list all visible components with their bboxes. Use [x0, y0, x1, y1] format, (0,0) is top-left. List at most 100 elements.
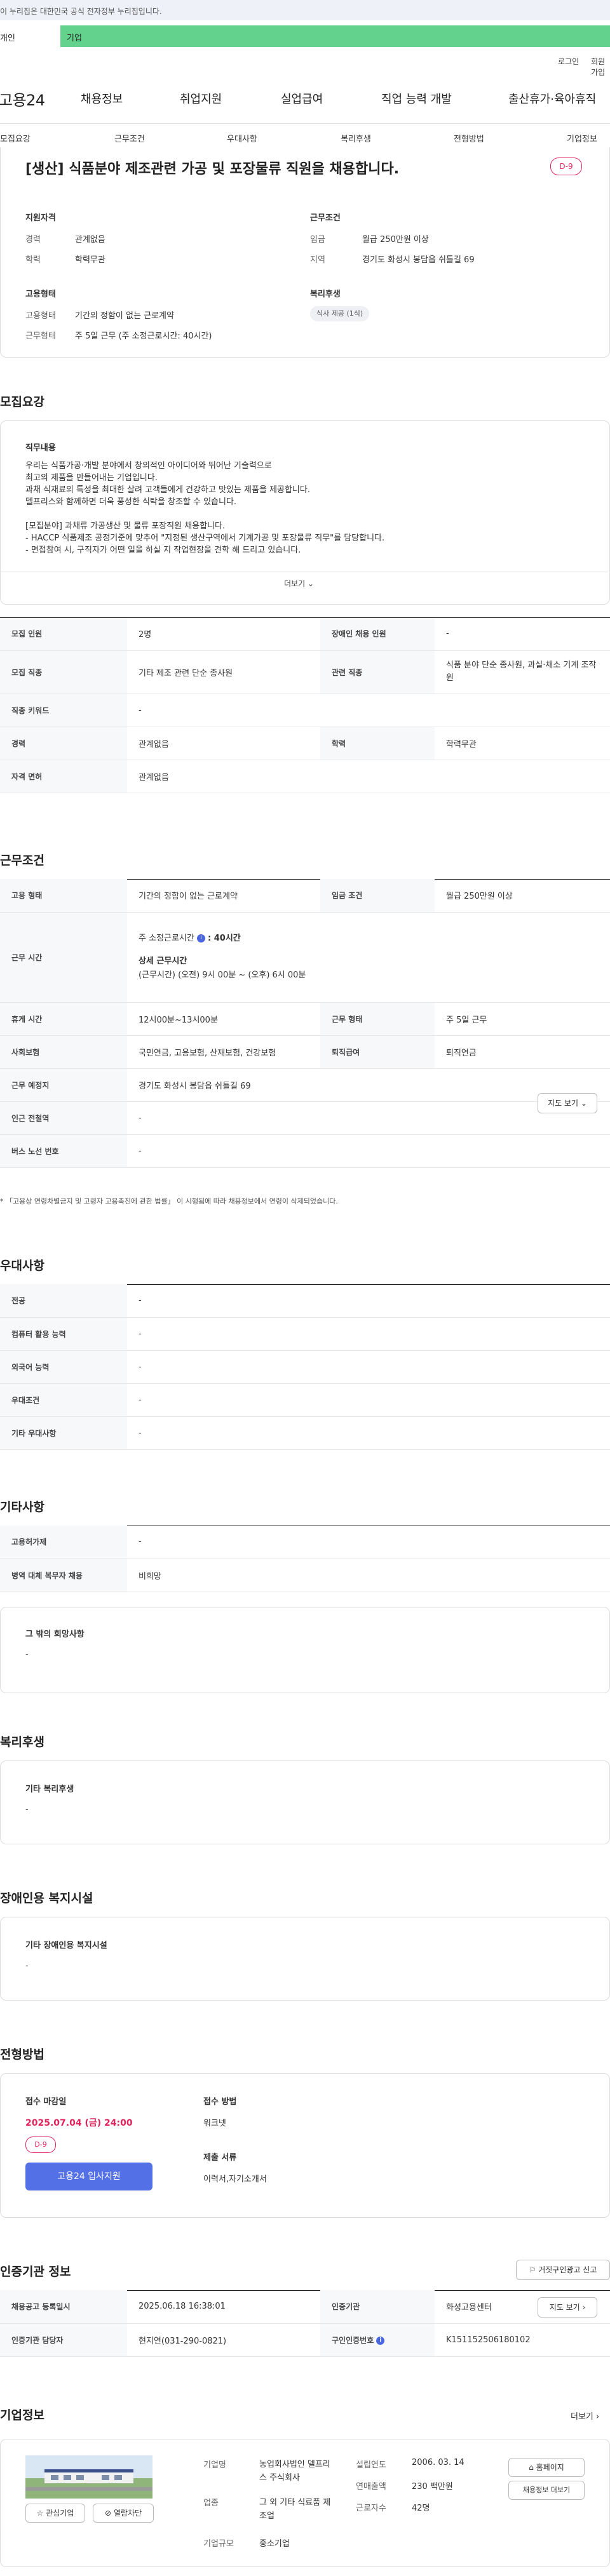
gnb-unemployment-benefit[interactable]: 실업급여 [281, 90, 323, 107]
detail-hours-title: 상세 근무시간 [139, 956, 187, 966]
row-label: 채용공고 등록일시 [0, 2290, 127, 2324]
row-value: 관계없음 [127, 727, 320, 760]
lnb-selection[interactable]: 전형방법 [454, 132, 484, 144]
chevron-right-icon: › [596, 2412, 600, 2422]
row-value: 기타 제조 관련 단순 종사원 [127, 650, 320, 694]
duty-line: - 면접참여 시, 구직자가 어떤 일을 하실 지 작업현장을 견학 해 드리고… [25, 546, 301, 555]
row-label: 모집 직종 [0, 650, 127, 694]
row-value: 2025.06.18 16:38:01 [127, 2290, 320, 2324]
row-label: 고용허가제 [0, 1526, 127, 1559]
row-value: 주 5일 근무 [435, 1002, 610, 1036]
row-label: 컴퓨터 활용 능력 [0, 1317, 127, 1351]
etc-section-title: 기타사항 [0, 1500, 44, 1514]
duty-line: 델프리스와 함께하면 더욱 풍성한 식탁을 창조할 수 있습니다. [25, 497, 237, 507]
agency-map-button[interactable]: 지도 보기 › [538, 2297, 597, 2318]
cert-no-label: 구인인증번호 [332, 2335, 374, 2345]
table-row: 휴게 시간 12시00분~13시00분 근무 형태 주 5일 근무 [0, 1002, 610, 1036]
tab-personal[interactable]: 개인 [0, 25, 60, 47]
row-label: 전공 [0, 1284, 127, 1318]
benefit-section-title: 복리후생 [0, 1735, 44, 1749]
weekly-hours-label: 주 소정근로시간 [139, 934, 194, 943]
wage-value: 월급 250만원 이상 [362, 235, 429, 245]
row-value: 식품 분야 단순 종사원, 과실·채소 기계 조작원 [435, 650, 610, 694]
map-button-label: 지도 보기 [548, 1099, 579, 1108]
gnb-jobs[interactable]: 채용정보 [81, 90, 123, 107]
info-icon[interactable]: i [196, 934, 205, 943]
disab-value: - [25, 1961, 29, 1971]
signup-link[interactable]: 회원가입 [591, 56, 610, 77]
weekly-hours: 주 소정근로시간 i : 40시간 [139, 932, 610, 946]
pref-section-title: 우대사항 [0, 1259, 44, 1273]
row-value: - [127, 1526, 610, 1559]
table-row: 병역 대체 복무자 채용 비희망 [0, 1559, 610, 1592]
tab-business[interactable]: 기업 [60, 25, 610, 47]
table-row: 근무 시간 주 소정근로시간 i : 40시간 상세 근무시간 (근무시간) (오… [0, 912, 610, 1003]
sales-label: 연매출액 [356, 2482, 386, 2492]
table-row: 모집 직종 기타 제조 관련 단순 종사원 관련 직종 식품 분야 단순 종사원… [0, 650, 610, 694]
docs-heading: 제출 서류 [203, 2153, 237, 2163]
welfare-heading: 복리후생 [310, 290, 341, 299]
row-label: 모집 인원 [0, 617, 127, 651]
industry-value: 그 외 기타 식료품 제조업 [259, 2498, 331, 2521]
homepage-label: 홈페이지 [536, 2463, 564, 2472]
row-value: - [127, 1350, 610, 1384]
etc-table: 고용허가제 - 병역 대체 복무자 채용 비희망 [0, 1526, 610, 1592]
building-image [25, 2455, 152, 2499]
info-icon[interactable]: i [376, 2336, 385, 2345]
duty-line: 과채 식재료의 특성을 최대한 살려 고객들에게 건강하고 맛있는 제품을 제공… [25, 485, 310, 495]
row-label: 근무 형태 [320, 1002, 435, 1036]
gnb-vocational-training[interactable]: 직업 능력 개발 [381, 90, 452, 107]
duty-line: 우리는 식품가공·개발 분야에서 창의적인 아이디어와 뛰어난 기술력으로 [25, 461, 272, 471]
row-value: - [127, 1134, 610, 1168]
block-view-button[interactable]: ⊘ 열람차단 [93, 2504, 154, 2523]
gnb-employment-support[interactable]: 취업지원 [180, 90, 222, 107]
welfare-chip: 식사 제공 (1식) [310, 306, 370, 321]
company-photo [25, 2455, 152, 2499]
gnb-parental-leave[interactable]: 출산휴가·육아휴직 [508, 90, 596, 107]
duty-line: [모집분야] 과채류 가공생산 및 물류 포장직원 채용합니다. [25, 521, 226, 531]
block-icon: ⊘ [104, 2509, 112, 2518]
weekly-hours-value: : 40시간 [208, 934, 241, 943]
wish-value: - [25, 1650, 29, 1660]
company-more-link[interactable]: 더보기 › [571, 2410, 599, 2422]
row-label: 장애인 채용 인원 [320, 617, 435, 651]
report-button[interactable]: ⚐ 거짓구인광고 신고 [516, 2260, 610, 2280]
region-value: 경기도 화성시 봉담읍 쉬틀길 69 [362, 255, 475, 265]
row-label: 근무 예정지 [0, 1068, 127, 1102]
row-label: 고용 형태 [0, 879, 127, 913]
recruit-section-title: 모집요강 [0, 395, 44, 409]
employment-type-heading: 고용형태 [25, 290, 56, 299]
pref-table: 전공 - 컴퓨터 활용 능력 - 외국어 능력 - 우대조건 - 기타 우대사항 - [0, 1284, 610, 1450]
lnb-recruit[interactable]: 모집요강 [0, 132, 30, 144]
lnb-benefits[interactable]: 복리후생 [341, 132, 371, 144]
table-row: 근무 예정지 경기도 화성시 봉담읍 쉬틀길 69 [0, 1068, 610, 1102]
company-jobs-button[interactable]: 채용정보 더보기 [508, 2481, 585, 2500]
table-row: 고용허가제 - [0, 1526, 610, 1559]
qualification-heading: 지원자격 [25, 213, 56, 223]
lnb-work-conditions[interactable]: 근무조건 [114, 132, 145, 144]
founded-label: 설립연도 [356, 2460, 386, 2470]
region-label: 지역 [310, 255, 325, 265]
lnb-preferences[interactable]: 우대사항 [227, 132, 257, 144]
row-label: 구인인증번호 i [320, 2323, 435, 2357]
site-logo[interactable]: 고용24 [0, 88, 45, 110]
lnb-company[interactable]: 기업정보 [567, 132, 597, 144]
apply-button[interactable]: 고용24 입사지원 [25, 2163, 152, 2190]
career-value: 관계없음 [75, 235, 105, 245]
row-label: 병역 대체 복무자 채용 [0, 1559, 127, 1592]
agency-section-title: 인증기관 정보 [0, 2265, 71, 2279]
deadline-heading: 접수 마감일 [25, 2097, 67, 2107]
career-label: 경력 [25, 235, 41, 245]
homepage-button[interactable]: ⌂ 홈페이지 [508, 2458, 585, 2477]
industry-label: 업종 [203, 2499, 219, 2508]
expand-button[interactable]: 더보기 ⌄ [284, 578, 314, 589]
map-button[interactable]: 지도 보기 ⌄ [538, 1093, 597, 1113]
login-link[interactable]: 로그인 [558, 56, 579, 67]
dday-badge: D-9 [25, 2137, 56, 2153]
row-value: K151152506180102 [435, 2323, 610, 2357]
wish-card [0, 1607, 610, 1693]
table-row: 모집 인원 2명 장애인 채용 인원 - [0, 617, 610, 651]
flag-icon: ⚐ [529, 2265, 536, 2274]
row-label: 사회보험 [0, 1035, 127, 1069]
favorite-company-button[interactable]: ☆ 관심기업 [25, 2504, 85, 2523]
